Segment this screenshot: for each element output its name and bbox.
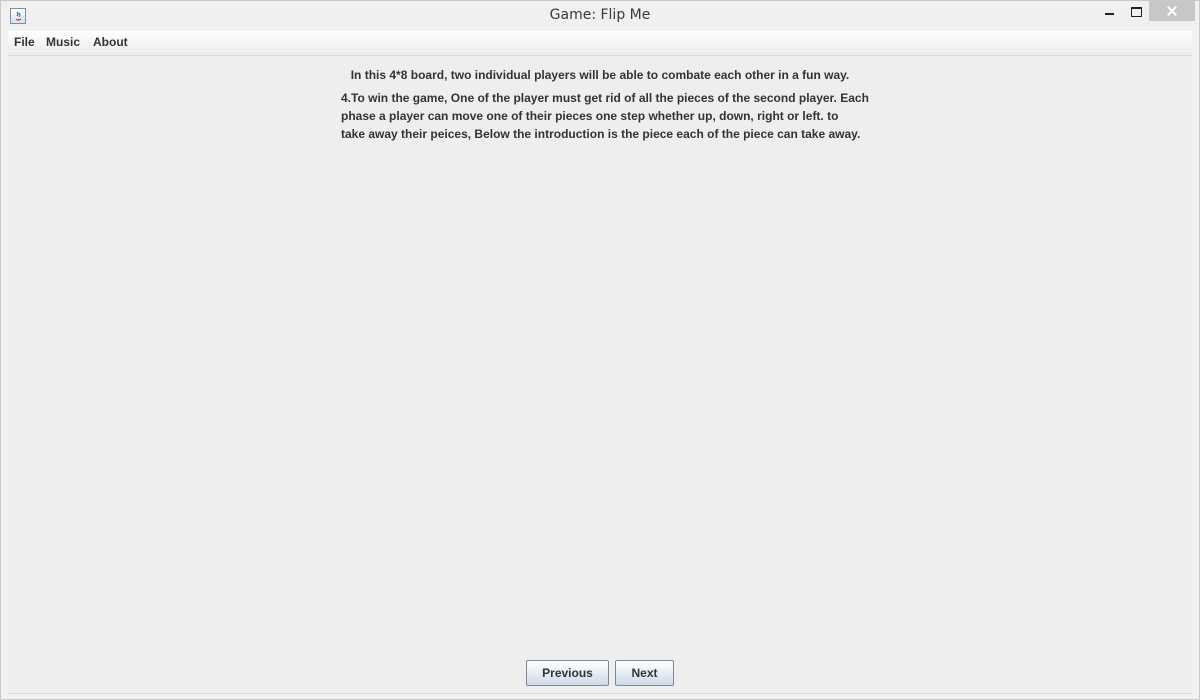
rule-text-line: phase a player can move one of their pie…	[341, 109, 839, 123]
menu-about[interactable]: About	[93, 35, 128, 49]
rule-text-line: take away their peices, Below the introd…	[341, 127, 861, 141]
minimize-icon[interactable]	[1097, 1, 1123, 22]
next-button[interactable]: Next	[615, 660, 674, 686]
instructions-panel: In this 4*8 board, two individual player…	[8, 56, 1192, 694]
maximize-icon[interactable]	[1123, 1, 1149, 22]
previous-button[interactable]: Previous	[526, 660, 609, 686]
rule-text-line: 4.To win the game, One of the player mus…	[341, 91, 869, 105]
close-icon[interactable]	[1149, 1, 1195, 21]
menu-file[interactable]: File	[14, 35, 35, 49]
menu-music[interactable]: Music	[46, 35, 80, 49]
app-window: Game: Flip Me File Music About In this 4…	[0, 0, 1200, 700]
title-bar[interactable]: Game: Flip Me	[1, 1, 1199, 31]
menu-bar: File Music About	[8, 31, 1192, 56]
window-title: Game: Flip Me	[549, 7, 651, 23]
intro-text: In this 4*8 board, two individual player…	[350, 68, 850, 82]
